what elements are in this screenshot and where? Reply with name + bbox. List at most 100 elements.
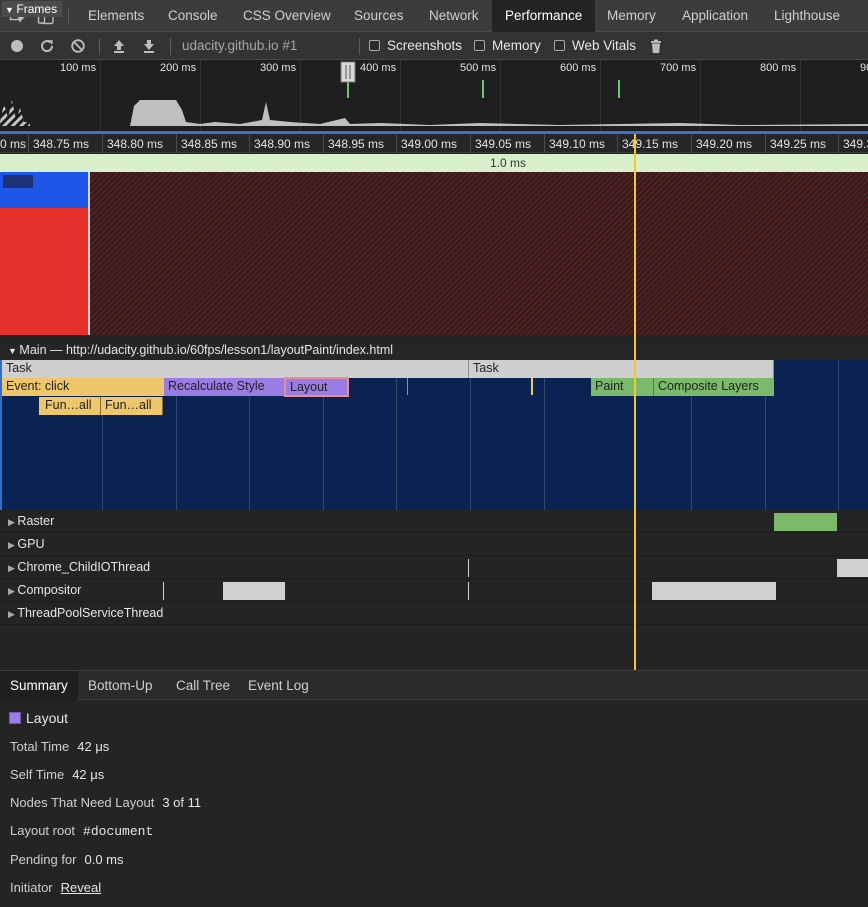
web-vitals-label: Web Vitals	[572, 38, 637, 53]
paint-event[interactable]: Paint	[591, 378, 653, 396]
compositor-task[interactable]	[163, 582, 164, 600]
screenshots-checkbox[interactable]	[369, 40, 380, 51]
nodes-value: 3 of 11	[162, 795, 202, 810]
initiator-label: Initiator	[10, 880, 53, 895]
ruler-gridline	[396, 134, 397, 153]
memory-label: Memory	[492, 38, 541, 53]
nodes-row: Nodes That Need Layout 3 of 11	[10, 795, 201, 810]
ruler-tick-label: 348.85 ms	[181, 137, 238, 151]
main-thread-header[interactable]: ▼ Main — http://udacity.github.io/60fps/…	[0, 341, 868, 360]
frame-screenshot-edge	[88, 172, 90, 335]
ruler-gridline	[765, 134, 766, 153]
layout-root-row: Layout root #document	[10, 823, 153, 839]
thread-threadpoolservicethread[interactable]: ▶ ThreadPoolServiceThread	[0, 602, 868, 625]
raster-task[interactable]	[774, 513, 837, 531]
thread-gpu-label: ▶ GPU	[8, 533, 45, 557]
tab-console[interactable]: Console	[168, 0, 218, 32]
composite-layers-event[interactable]: Composite Layers	[653, 378, 774, 396]
layout-root-link[interactable]: #document	[83, 824, 153, 839]
tab-css-overview[interactable]: CSS Overview	[243, 0, 331, 32]
thread-name: Chrome_ChildIOThread	[17, 560, 151, 574]
ruler-tick-label: 349.25 ms	[770, 137, 827, 151]
reload-icon[interactable]	[39, 38, 55, 54]
tab-bottom-up[interactable]: Bottom-Up	[88, 671, 153, 700]
function-call-event[interactable]: Fun…all	[39, 397, 101, 415]
thread-gpu[interactable]: ▶ GPU	[0, 533, 868, 556]
thread-compositor[interactable]: ▶ Compositor	[0, 579, 868, 602]
ruler-tick-label: 348.80 ms	[107, 137, 164, 151]
function-call-event[interactable]: Fun…all	[101, 397, 163, 415]
flamechart-gridline	[544, 360, 545, 510]
triangle-right-icon: ▶	[8, 609, 18, 619]
self-time-row: Self Time 42 μs	[10, 767, 104, 782]
thread-name: Raster	[17, 514, 55, 528]
task-event[interactable]: Task	[2, 360, 469, 378]
ruler-gridline	[544, 134, 545, 153]
compositor-task[interactable]	[223, 582, 285, 600]
recalculate-style-event[interactable]: Recalculate Style	[164, 378, 285, 396]
toolbar-separator	[99, 38, 100, 55]
layout-event[interactable]: Layout	[284, 377, 349, 397]
thread-raster[interactable]: ▶ Raster	[0, 510, 868, 533]
compositor-task[interactable]	[652, 582, 776, 600]
frame-screenshot-body	[0, 208, 89, 335]
frame-screenshot-detail	[3, 175, 33, 188]
task-event[interactable]: Task	[469, 360, 774, 378]
tiny-event[interactable]	[407, 378, 408, 395]
tab-call-tree[interactable]: Call Tree	[176, 671, 230, 700]
ruler-tick-label: 349.10 ms	[549, 137, 606, 151]
thread-name: Compositor	[17, 583, 82, 597]
tiny-event[interactable]	[531, 378, 533, 395]
timeline-overview[interactable]: 100 ms 200 ms 300 ms 400 ms 500 ms 600 m…	[0, 60, 868, 134]
triangle-down-icon: ▼	[8, 346, 20, 356]
web-vitals-checkbox[interactable]	[554, 40, 565, 51]
toolbar-separator	[359, 38, 360, 55]
main-thread-flamechart[interactable]: Task Task Event: click Recalculate Style…	[0, 360, 868, 510]
thread-compositor-label: ▶ Compositor	[8, 579, 81, 603]
recording-select[interactable]: udacity.github.io #1	[182, 32, 297, 60]
ruler-tick-label: 349.15 ms	[622, 137, 679, 151]
clear-icon[interactable]	[70, 38, 86, 54]
thread-chrome-childiothread[interactable]: ▶ Chrome_ChildIOThread	[0, 556, 868, 579]
ruler-gridline	[176, 134, 177, 153]
record-icon[interactable]	[9, 38, 25, 54]
total-time-value: 42 μs	[77, 739, 110, 754]
tab-event-log[interactable]: Event Log	[248, 671, 309, 700]
frames-toggle[interactable]: ▼ Frames	[2, 1, 63, 17]
save-profile-icon[interactable]	[141, 38, 157, 54]
tab-application[interactable]: Application	[682, 0, 748, 32]
ruler-gridline	[838, 134, 839, 153]
tab-summary[interactable]: Summary	[0, 671, 78, 700]
triangle-right-icon: ▶	[8, 586, 18, 596]
ruler-tick-label: 348.90 ms	[254, 137, 311, 151]
timeline-cursor	[634, 134, 636, 670]
category-swatch	[9, 712, 21, 724]
triangle-right-icon: ▶	[8, 540, 18, 550]
compositor-task[interactable]	[468, 582, 469, 600]
trash-icon[interactable]	[648, 38, 664, 54]
pending-label: Pending for	[10, 852, 77, 867]
memory-checkbox[interactable]	[474, 40, 485, 51]
tab-network[interactable]: Network	[429, 0, 479, 32]
frames-screenshot-area[interactable]	[0, 172, 868, 335]
total-time-row: Total Time 42 μs	[10, 739, 109, 754]
thread-childio-label: ▶ Chrome_ChildIOThread	[8, 556, 150, 580]
io-task[interactable]	[837, 559, 868, 577]
ruler-gridline	[249, 134, 250, 153]
reveal-link[interactable]: Reveal	[61, 880, 101, 895]
devtools-tab-bar: Elements Console CSS Overview Sources Ne…	[0, 0, 868, 32]
frames-track-header[interactable]	[0, 154, 868, 172]
time-ruler: 0 ms 348.75 ms 348.80 ms 348.85 ms 348.9…	[0, 134, 868, 153]
tab-sources[interactable]: Sources	[354, 0, 404, 32]
tab-memory[interactable]: Memory	[607, 0, 656, 32]
tab-performance[interactable]: Performance	[492, 0, 596, 32]
ruler-gridline	[323, 134, 324, 153]
frame-duration: 1.0 ms	[490, 156, 527, 170]
total-time-label: Total Time	[10, 739, 70, 754]
tab-lighthouse[interactable]: Lighthouse	[774, 0, 840, 32]
event-click[interactable]: Event: click	[2, 378, 164, 396]
self-time-value: 42 μs	[72, 767, 105, 782]
io-task[interactable]	[468, 559, 469, 577]
load-profile-icon[interactable]	[111, 38, 127, 54]
tab-elements[interactable]: Elements	[88, 0, 144, 32]
